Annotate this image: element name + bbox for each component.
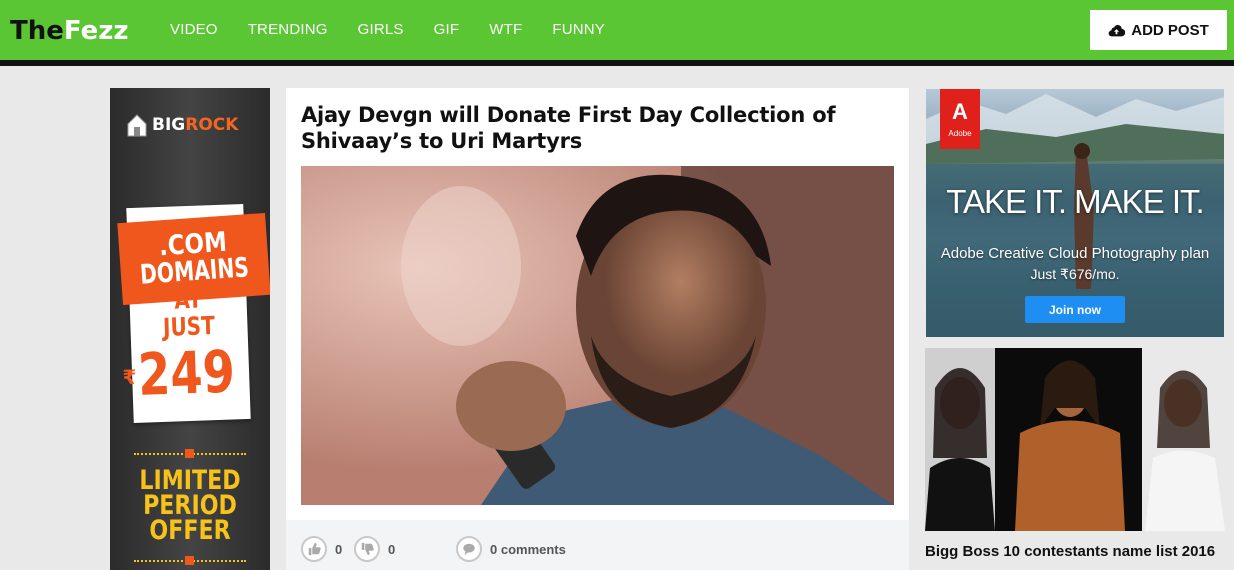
rupee-symbol: ₹ bbox=[122, 366, 137, 390]
comment-bubble-icon[interactable] bbox=[456, 536, 482, 562]
dislike-stat[interactable]: 0 bbox=[354, 536, 395, 562]
like-count: 0 bbox=[335, 541, 343, 557]
adobe-logo-text: Adobe bbox=[948, 129, 972, 138]
like-stat[interactable]: 0 bbox=[301, 536, 342, 562]
nav-item-video[interactable]: VIDEO bbox=[170, 20, 218, 40]
bigrock-brand-rock: ROCK bbox=[185, 115, 239, 135]
article-title[interactable]: Ajay Devgn will Donate First Day Collect… bbox=[301, 102, 861, 154]
adobe-ad[interactable]: A Adobe TAKE IT. MAKE IT. Adobe Creative… bbox=[926, 89, 1224, 337]
article-card: Ajay Devgn will Donate First Day Collect… bbox=[286, 88, 909, 570]
bigrock-ad[interactable]: BIGROCK .COM DOMAINS AT JUST ₹ 249 LIMIT… bbox=[110, 88, 270, 570]
main-nav: VIDEO TRENDING GIRLS GIF WTF FUNNY bbox=[170, 20, 635, 40]
logo-text-fezz: Fezz bbox=[63, 16, 129, 46]
nav-item-wtf[interactable]: WTF bbox=[489, 20, 522, 40]
limited-offer-text: LIMITED PERIOD OFFER bbox=[136, 467, 244, 546]
nav-item-girls[interactable]: GIRLS bbox=[358, 20, 404, 40]
bigrock-brand-big: BIG bbox=[152, 115, 186, 135]
thumbs-down-icon[interactable] bbox=[354, 536, 380, 562]
bigrock-house-icon bbox=[127, 114, 147, 137]
price-value: 249 bbox=[137, 337, 237, 409]
adobe-headline: TAKE IT. MAKE IT. bbox=[946, 183, 1204, 220]
header-divider bbox=[0, 60, 1234, 66]
divider-square bbox=[185, 556, 194, 565]
comments-count: 0 comments bbox=[490, 541, 566, 557]
dislike-count: 0 bbox=[388, 541, 396, 557]
contestants-collage bbox=[925, 348, 1225, 531]
adobe-logo: A Adobe bbox=[940, 89, 980, 149]
add-post-button[interactable]: ADD POST bbox=[1090, 10, 1227, 50]
thumbs-up-icon[interactable] bbox=[301, 536, 327, 562]
bigrock-brand: BIGROCK bbox=[152, 115, 238, 135]
offer-line-3: OFFER bbox=[149, 515, 231, 546]
adobe-price-text: Just ₹676/mo. bbox=[1030, 266, 1120, 282]
nav-item-gif[interactable]: GIF bbox=[434, 20, 460, 40]
logo-text-the: The bbox=[10, 16, 64, 46]
at-just-line-1: AT bbox=[173, 284, 203, 315]
cloud-upload-icon bbox=[1108, 24, 1126, 37]
site-logo[interactable]: TheFezz bbox=[10, 14, 129, 48]
side-post-title[interactable]: Bigg Boss 10 contestants name list 2016 bbox=[925, 543, 1234, 560]
join-now-button[interactable]: Join now bbox=[1025, 296, 1125, 323]
article-photo bbox=[301, 166, 894, 505]
nav-item-trending[interactable]: TRENDING bbox=[248, 20, 328, 40]
add-post-label: ADD POST bbox=[1131, 21, 1209, 39]
top-header: TheFezz VIDEO TRENDING GIRLS GIF WTF FUN… bbox=[0, 0, 1234, 60]
article-footer: 0 0 0 comments bbox=[286, 520, 909, 570]
article-image[interactable] bbox=[301, 166, 894, 505]
adobe-logo-mark: A bbox=[952, 99, 968, 124]
at-just-text: AT JUST bbox=[141, 284, 236, 342]
nav-item-funny[interactable]: FUNNY bbox=[552, 20, 605, 40]
bigrock-logo: BIGROCK bbox=[126, 110, 256, 140]
side-post-image[interactable] bbox=[925, 348, 1225, 531]
adobe-plan-text: Adobe Creative Cloud Photography plan bbox=[940, 245, 1210, 262]
domain-price: ₹ 249 bbox=[122, 337, 247, 409]
comments-stat[interactable]: 0 comments bbox=[456, 536, 566, 562]
divider-square bbox=[185, 449, 194, 458]
